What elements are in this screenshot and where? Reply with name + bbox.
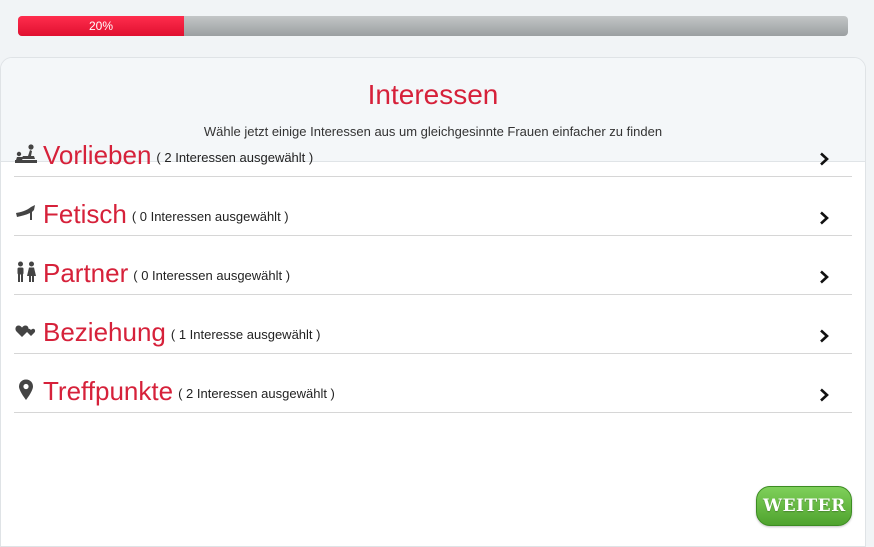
chevron-right-icon (820, 270, 829, 284)
category-label: Partner (43, 258, 129, 288)
category-count: ( 2 Interessen ausgewählt ) (178, 386, 335, 401)
people-icon (14, 260, 38, 284)
category-list: Vorlieben ( 2 Interessen ausgewählt ) Fe… (14, 118, 852, 413)
category-row-treffpunkte[interactable]: Treffpunkte ( 2 Interessen ausgewählt ) (14, 354, 852, 413)
chevron-right-icon (820, 388, 829, 402)
category-row-partner[interactable]: Partner ( 0 Interessen ausgewählt ) (14, 236, 852, 295)
category-count: ( 0 Interessen ausgewählt ) (131, 209, 289, 224)
category-count: ( 0 Interessen ausgewählt ) (133, 268, 291, 283)
category-label: Treffpunkte (43, 376, 174, 406)
chevron-right-icon (820, 211, 829, 225)
chevron-right-icon (820, 329, 829, 343)
map-pin-icon (14, 378, 38, 402)
weiter-button[interactable]: WEITER (756, 486, 852, 526)
category-label: Vorlieben (43, 140, 152, 170)
category-label: Beziehung (43, 317, 166, 347)
category-count: ( 2 Interessen ausgewählt ) (156, 150, 314, 165)
category-count: ( 1 Interesse ausgewählt ) (170, 327, 321, 342)
category-row-fetisch[interactable]: Fetisch ( 0 Interessen ausgewählt ) (14, 177, 852, 236)
category-row-vorlieben[interactable]: Vorlieben ( 2 Interessen ausgewählt ) (14, 118, 852, 177)
page-title: Interessen (367, 79, 499, 110)
high-heel-icon (14, 201, 38, 225)
category-label: Fetisch (43, 199, 127, 229)
progress-bar: 20% (18, 16, 848, 36)
chevron-right-icon (820, 152, 829, 166)
hearts-icon (14, 319, 38, 343)
couple-position-icon (14, 142, 38, 166)
category-row-beziehung[interactable]: Beziehung ( 1 Interesse ausgewählt ) (14, 295, 852, 354)
progress-label: 20% (88, 19, 114, 33)
progress-fill: 20% (18, 16, 184, 36)
